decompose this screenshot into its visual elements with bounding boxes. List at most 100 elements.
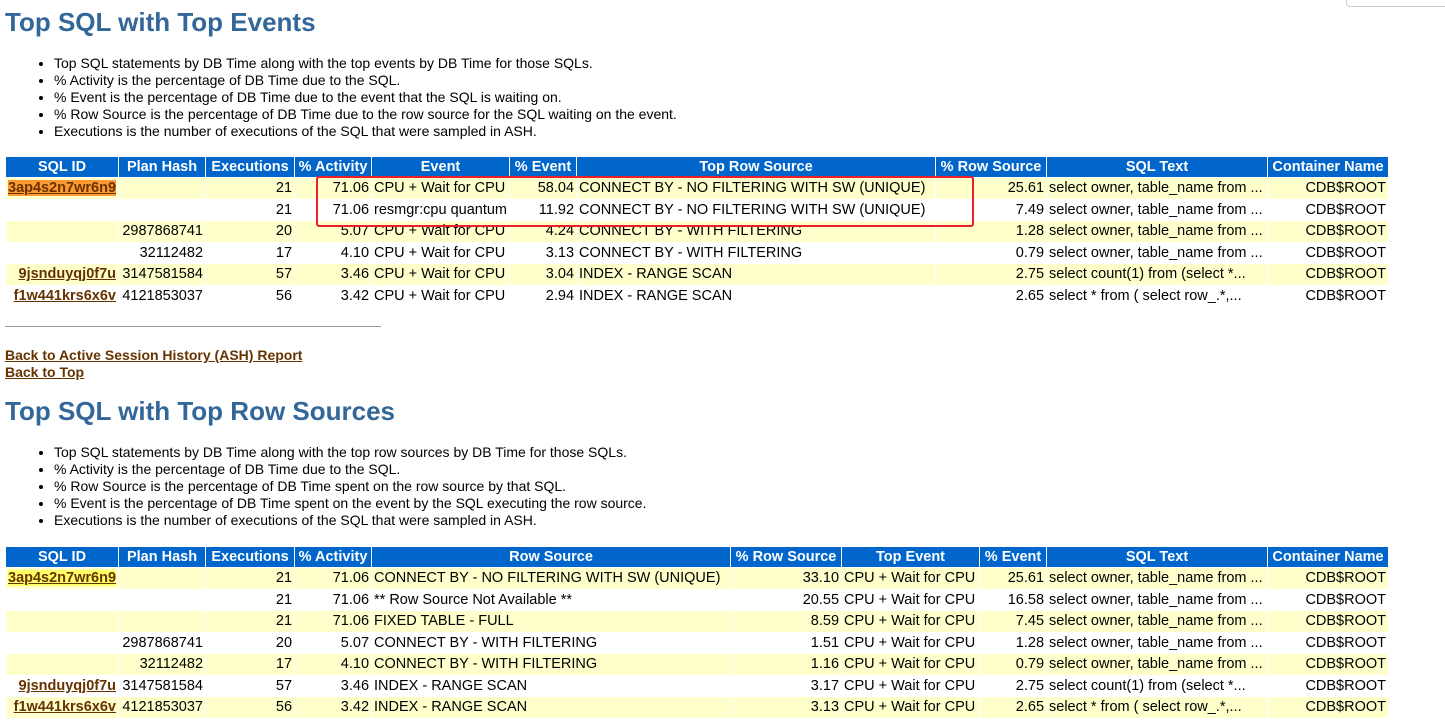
table-cell: CONNECT BY - NO FILTERING WITH SW (UNIQU…	[372, 568, 731, 589]
sql-id-cell: 3ap4s2n7wr6n9	[6, 178, 119, 199]
table-cell: 2.75	[980, 675, 1047, 696]
table-cell: select owner, table_name from ...	[1047, 221, 1268, 242]
sql-id-cell	[6, 221, 119, 242]
table-cell: 3.13	[510, 242, 577, 263]
table-cell: CPU + Wait for CPU	[372, 242, 510, 263]
table-cell: 17	[206, 242, 295, 263]
table-cell: CPU + Wait for CPU	[842, 611, 980, 632]
table-cell: CPU + Wait for CPU	[842, 632, 980, 653]
back-to-ash-report-link[interactable]: Back to Active Session History (ASH) Rep…	[5, 347, 302, 363]
sql-id-link[interactable]: f1w441krs6x6v	[14, 699, 116, 715]
note-item: Executions is the number of executions o…	[54, 123, 677, 140]
divider	[5, 326, 381, 327]
table-cell: select owner, table_name from ...	[1047, 199, 1268, 220]
col-header: Top Row Source	[577, 157, 936, 177]
col-header: Container Name	[1268, 547, 1389, 567]
col-header: Row Source	[372, 547, 731, 567]
table-cell: 3147581584	[119, 264, 206, 285]
table-row: f1w441krs6x6v 4121853037 56 3.42 CPU + Wait …	[6, 285, 1389, 306]
note-item: % Row Source is the percentage of DB Tim…	[54, 478, 646, 495]
sql-id-link[interactable]: 9jsnduyqj0f7u	[19, 678, 117, 694]
sql-id-cell: f1w441krs6x6v	[6, 697, 119, 718]
note-item: Top SQL statements by DB Time along with…	[54, 55, 677, 72]
sql-id-link[interactable]: f1w441krs6x6v	[14, 288, 116, 304]
table-cell: 71.06	[295, 199, 372, 220]
table-cell: 3.04	[510, 264, 577, 285]
table-cell: FIXED TABLE - FULL	[372, 611, 731, 632]
table-cell: 0.79	[980, 654, 1047, 675]
table-cell: ** Row Source Not Available **	[372, 589, 731, 610]
table-cell: 56	[206, 285, 295, 306]
table-cell: 3.13	[731, 697, 842, 718]
window-corner	[1346, 0, 1445, 7]
note-item: % Activity is the percentage of DB Time …	[54, 72, 677, 89]
sql-id-cell: 3ap4s2n7wr6n9	[6, 568, 119, 589]
sql-id-link[interactable]: 3ap4s2n7wr6n9	[8, 180, 117, 197]
table-cell: CPU + Wait for CPU	[842, 697, 980, 718]
table-cell: CDB$ROOT	[1268, 632, 1389, 653]
table-cell: CDB$ROOT	[1268, 654, 1389, 675]
table-row: 9jsnduyqj0f7u 3147581584 57 3.46 CPU + Wait …	[6, 264, 1389, 285]
table-cell: 57	[206, 264, 295, 285]
sql-id-cell: 9jsnduyqj0f7u	[6, 264, 119, 285]
table-row: 21 71.06 resmgr:cpu quantum 11.92 CONNECT BY…	[6, 199, 1389, 220]
section-notes-top-sql-row-sources: Top SQL statements by DB Time along with…	[5, 444, 646, 529]
table-cell: 5.07	[295, 632, 372, 653]
sql-id-link[interactable]: 3ap4s2n7wr6n9	[8, 570, 117, 587]
sql-id-cell	[6, 199, 119, 220]
table-cell: 33.10	[731, 568, 842, 589]
table-cell: 7.45	[980, 611, 1047, 632]
col-header: % Event	[980, 547, 1047, 567]
table-cell: 21	[206, 199, 295, 220]
col-header: Plan Hash	[119, 157, 206, 177]
table-cell: 1.28	[936, 221, 1047, 242]
table-cell: 16.58	[980, 589, 1047, 610]
table-cell: CPU + Wait for CPU	[372, 178, 510, 199]
table-cell: CPU + Wait for CPU	[372, 285, 510, 306]
table-cell: 3.46	[295, 675, 372, 696]
col-header: % Activity	[295, 157, 372, 177]
table-cell: CDB$ROOT	[1268, 568, 1389, 589]
table-cell	[119, 568, 206, 589]
table-cell: 1.16	[731, 654, 842, 675]
table-cell: 2.94	[510, 285, 577, 306]
table-row: 9jsnduyqj0f7u 3147581584 57 3.46 INDEX - RAN…	[6, 675, 1389, 696]
table-cell: CPU + Wait for CPU	[842, 654, 980, 675]
table-cell	[119, 178, 206, 199]
table-cell: select * from ( select row_.*,...	[1047, 697, 1268, 718]
table-cell: CDB$ROOT	[1268, 242, 1389, 263]
table-cell: resmgr:cpu quantum	[372, 199, 510, 220]
table-cell: 0.79	[936, 242, 1047, 263]
table-cell: 20	[206, 221, 295, 242]
col-header: % Row Source	[936, 157, 1047, 177]
table-cell: 21	[206, 178, 295, 199]
sql-id-cell	[6, 589, 119, 610]
table-cell: 2.65	[980, 697, 1047, 718]
table-cell: select owner, table_name from ...	[1047, 611, 1268, 632]
sql-id-link[interactable]: 9jsnduyqj0f7u	[19, 266, 117, 282]
table-cell: 56	[206, 697, 295, 718]
sql-id-cell	[6, 654, 119, 675]
table-cell: 20.55	[731, 589, 842, 610]
table-cell: INDEX - RANGE SCAN	[372, 675, 731, 696]
note-item: % Event is the percentage of DB Time spe…	[54, 495, 646, 512]
table-cell: 2987868741	[119, 221, 206, 242]
table-cell: CPU + Wait for CPU	[372, 264, 510, 285]
section-title-top-sql-row-sources: Top SQL with Top Row Sources	[5, 396, 395, 426]
table-cell: 71.06	[295, 611, 372, 632]
table-cell: CPU + Wait for CPU	[372, 221, 510, 242]
table-cell: select owner, table_name from ...	[1047, 242, 1268, 263]
table-row: 3ap4s2n7wr6n9 21 71.06 CPU + Wait for CPU 58…	[6, 178, 1389, 199]
table-cell: 4.24	[510, 221, 577, 242]
col-header: SQL ID	[6, 157, 119, 177]
col-header: Event	[372, 157, 510, 177]
table-cell: 21	[206, 611, 295, 632]
table-cell: CDB$ROOT	[1268, 589, 1389, 610]
table-cell: select * from ( select row_.*,...	[1047, 285, 1268, 306]
sql-id-cell	[6, 632, 119, 653]
note-item: Executions is the number of executions o…	[54, 512, 646, 529]
back-to-top-link[interactable]: Back to Top	[5, 364, 84, 380]
table-cell: select owner, table_name from ...	[1047, 589, 1268, 610]
table-cell: INDEX - RANGE SCAN	[372, 697, 731, 718]
table-cell: CDB$ROOT	[1268, 675, 1389, 696]
